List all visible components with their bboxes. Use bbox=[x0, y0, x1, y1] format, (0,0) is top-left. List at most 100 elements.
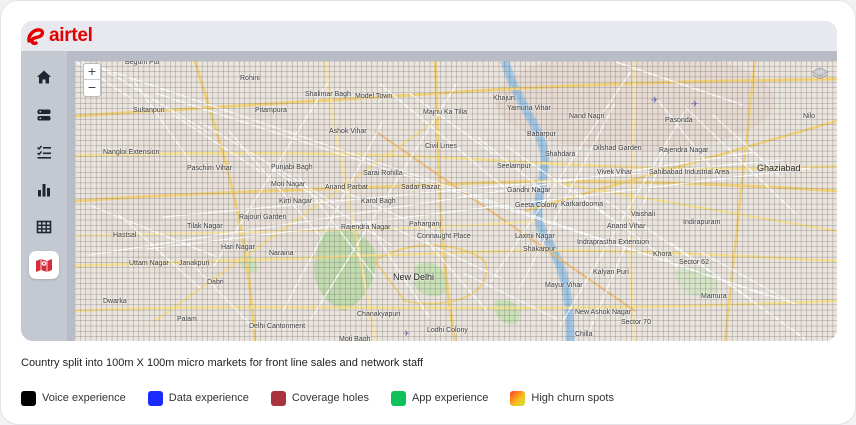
place-label: Sector 70 bbox=[621, 319, 651, 326]
place-label: Civil Lines bbox=[425, 143, 457, 150]
legend-label: Coverage holes bbox=[291, 392, 369, 404]
legend-swatch bbox=[270, 390, 286, 406]
legend-swatch bbox=[21, 390, 36, 406]
legend-label: Voice experience bbox=[42, 392, 126, 404]
zoom-in-button[interactable]: + bbox=[84, 64, 100, 80]
top-bar: airtel bbox=[21, 21, 837, 51]
zoom-control[interactable]: + − bbox=[83, 63, 101, 97]
place-label: Nand Nagri bbox=[569, 113, 605, 120]
place-label: Gandhi Nagar bbox=[507, 187, 551, 194]
legend-item-churn: High churn spots bbox=[510, 390, 614, 406]
place-label: Khajuri bbox=[493, 95, 515, 102]
map-icon bbox=[36, 258, 52, 272]
place-label: Moti Bagh bbox=[339, 336, 371, 341]
place-label: Connaught Place bbox=[417, 233, 471, 240]
map-view[interactable]: ✈ ✈ ✈ + − Begum Pur Rohini Pitampura Shalim… bbox=[75, 61, 837, 341]
place-label: Hari Nagar bbox=[221, 244, 255, 251]
svg-text:✈: ✈ bbox=[403, 329, 410, 338]
home-icon bbox=[37, 70, 51, 84]
place-label: Geeta Colony bbox=[515, 202, 558, 209]
layers-button[interactable] bbox=[809, 65, 831, 81]
legend-item-app: App experience bbox=[390, 390, 489, 406]
place-label: Ashok Vihar bbox=[329, 128, 367, 135]
place-label: Rajouri Garden bbox=[239, 214, 287, 221]
place-label: Sahibabad Industrial Area bbox=[649, 169, 730, 176]
layers-icon bbox=[811, 67, 829, 79]
place-label: Paharganj bbox=[409, 221, 441, 228]
caption-text: Country split into 100m X 100m micro mar… bbox=[21, 357, 424, 369]
legend-item-voice: Voice experience bbox=[21, 390, 126, 406]
place-label: Seelampur bbox=[497, 163, 531, 170]
bar-chart-icon bbox=[38, 183, 50, 197]
place-label: Indraprastha Extension bbox=[577, 239, 649, 246]
place-label: Pitampura bbox=[255, 107, 287, 114]
place-label: Babarpur bbox=[527, 131, 556, 138]
place-label: Nangloi Extension bbox=[103, 149, 160, 156]
place-label: Indirapuram bbox=[683, 219, 721, 226]
sidebar bbox=[21, 51, 67, 341]
place-label: Karkardooma bbox=[561, 201, 604, 208]
place-label: Anand Parbat bbox=[325, 184, 368, 191]
place-label: Palam bbox=[177, 316, 197, 323]
place-label: Mayur Vihar bbox=[545, 282, 583, 289]
place-label: Ghaziabad bbox=[757, 163, 801, 173]
place-label: Sarai Rohilla bbox=[363, 170, 403, 177]
place-label: Naraina bbox=[269, 250, 294, 257]
sidebar-item-home[interactable] bbox=[29, 63, 59, 91]
place-label: Dilshad Garden bbox=[593, 145, 642, 152]
sidebar-item-map[interactable] bbox=[29, 250, 59, 279]
sidebar-item-storage[interactable] bbox=[29, 101, 59, 129]
place-label: Shalimar Bagh bbox=[305, 91, 351, 98]
legend: Voice experience Data experience Coverag… bbox=[21, 389, 841, 407]
place-label: Lodhi Colony bbox=[427, 327, 468, 334]
place-label: Vaishali bbox=[631, 211, 655, 218]
zoom-out-button[interactable]: − bbox=[84, 80, 100, 96]
place-label: Khora bbox=[653, 251, 672, 258]
legend-label: App experience bbox=[411, 392, 489, 404]
place-label: Begum Pur bbox=[125, 61, 161, 66]
place-label: Uttam Nagar bbox=[129, 260, 169, 267]
sidebar-item-table[interactable] bbox=[29, 213, 59, 241]
table-icon bbox=[36, 221, 52, 234]
svg-text:✈: ✈ bbox=[651, 96, 659, 106]
legend-item-coverage: Coverage holes bbox=[270, 390, 369, 406]
legend-label: Data experience bbox=[168, 392, 249, 404]
airtel-logo[interactable]: airtel bbox=[25, 25, 93, 47]
brand-name: airtel bbox=[49, 25, 93, 46]
place-label: Rohini bbox=[240, 75, 260, 82]
place-label: Model Town bbox=[355, 93, 393, 100]
place-label: Janakpuri bbox=[179, 260, 210, 267]
airtel-swoosh-icon bbox=[27, 28, 45, 46]
place-label: Paschim Vihar bbox=[187, 165, 233, 172]
app-window: airtel ✈ ✈ ✈ + − Begum Pur Rohini Pitamp… bbox=[21, 21, 837, 341]
sidebar-item-checklist[interactable] bbox=[29, 138, 59, 166]
place-label: Vivek Vihar bbox=[597, 169, 633, 176]
place-label: Sector 62 bbox=[679, 259, 709, 266]
place-label: Dwarka bbox=[103, 298, 127, 305]
place-label: Nilo bbox=[803, 113, 816, 120]
place-label: Hastsal bbox=[113, 232, 137, 239]
place-label: Tilak Nagar bbox=[187, 223, 223, 230]
place-label: Karol Bagh bbox=[361, 198, 396, 205]
place-label: Yamuna Vihar bbox=[507, 105, 551, 112]
svg-text:✈: ✈ bbox=[691, 100, 699, 110]
legend-swatch bbox=[147, 390, 163, 406]
place-label: Shakarpur bbox=[523, 246, 556, 253]
place-label: Majnu Ka Tilla bbox=[423, 109, 467, 116]
place-label: Rajendra Nagar bbox=[341, 224, 391, 231]
place-label: Rajendra Nagar bbox=[659, 147, 709, 154]
place-label: New Delhi bbox=[393, 272, 435, 282]
legend-swatch bbox=[510, 390, 526, 406]
legend-item-data: Data experience bbox=[147, 390, 249, 406]
dashboard-card: airtel ✈ ✈ ✈ + − Begum Pur Rohini Pitamp… bbox=[0, 0, 856, 425]
place-label: Delhi Cantonment bbox=[249, 323, 306, 330]
sidebar-item-analytics[interactable] bbox=[29, 176, 59, 204]
place-label: Anand Vihar bbox=[607, 223, 646, 230]
place-label: Mamura bbox=[701, 293, 727, 300]
place-label: Kalyan Puri bbox=[593, 269, 629, 276]
place-label: Sadar Bazar bbox=[401, 184, 440, 191]
storage-icon bbox=[37, 109, 51, 121]
place-label: Laxmi Nagar bbox=[515, 233, 555, 240]
place-label: Kirti Nagar bbox=[279, 198, 313, 205]
legend-label: High churn spots bbox=[531, 392, 614, 404]
